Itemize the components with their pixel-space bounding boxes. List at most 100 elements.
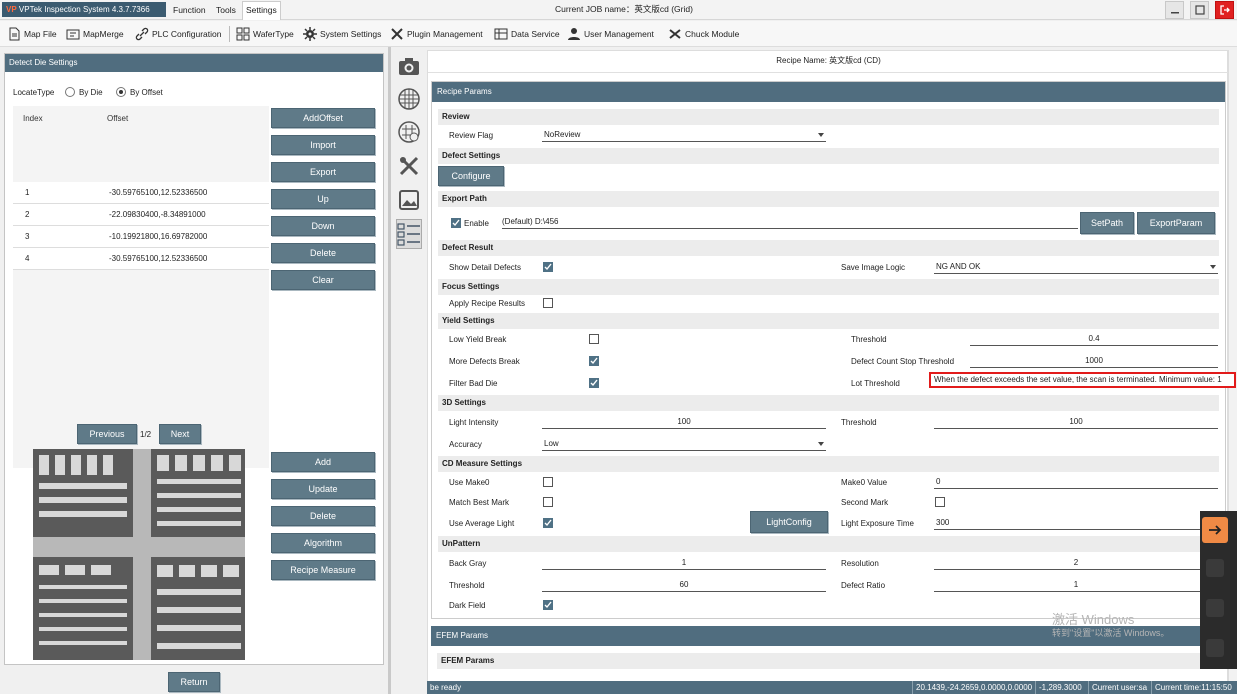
3d-threshold-input[interactable]: 100 bbox=[934, 415, 1218, 429]
cell-index: 2 bbox=[25, 210, 30, 219]
wafer-grid-icon[interactable] bbox=[396, 86, 422, 112]
section-cd-measure: CD Measure Settings bbox=[438, 456, 1219, 472]
table-row[interactable]: 2 -22.09830400,-8.34891000 bbox=[13, 204, 269, 226]
review-flag-select[interactable]: NoReview bbox=[542, 128, 826, 142]
setpath-button[interactable]: SetPath bbox=[1080, 212, 1134, 234]
maximize-button[interactable] bbox=[1190, 1, 1209, 19]
second-mark-checkbox[interactable] bbox=[935, 497, 945, 507]
menu-tools[interactable]: Tools bbox=[213, 3, 239, 17]
dark-field-checkbox[interactable] bbox=[543, 600, 553, 610]
app-name: VPTek Inspection System 4.3.7.7366 bbox=[18, 5, 150, 14]
yield-threshold-input[interactable]: 0.4 bbox=[970, 332, 1218, 346]
toolbar-plc-configuration[interactable]: PLC Configuration bbox=[135, 24, 221, 44]
add-offset-button[interactable]: AddOffset bbox=[271, 108, 375, 128]
review-flag-label: Review Flag bbox=[449, 131, 494, 140]
save-image-logic-label: Save Image Logic bbox=[841, 263, 906, 272]
low-yield-checkbox[interactable] bbox=[589, 334, 599, 344]
delete-offset-button[interactable]: Delete bbox=[271, 243, 375, 263]
wafer-grid-glyph bbox=[398, 88, 420, 110]
camera-icon[interactable] bbox=[396, 53, 422, 79]
update-button[interactable]: Update bbox=[271, 479, 375, 499]
toolbar-mapmerge[interactable]: MapMerge bbox=[66, 24, 124, 44]
accuracy-select[interactable]: Low bbox=[542, 437, 826, 451]
defect-ratio-input[interactable]: 1 bbox=[934, 578, 1218, 592]
radio-by-offset[interactable]: By Offset bbox=[116, 87, 163, 97]
die-image[interactable] bbox=[33, 449, 245, 660]
filter-bad-die-checkbox[interactable] bbox=[589, 378, 599, 388]
folder-arrow-icon[interactable] bbox=[1202, 517, 1228, 543]
exportparam-button[interactable]: ExportParam bbox=[1137, 212, 1215, 234]
save-image-logic-select[interactable]: NG AND OK bbox=[934, 260, 1218, 274]
low-yield-label: Low Yield Break bbox=[449, 335, 507, 344]
toolbar-map-file[interactable]: Map File bbox=[7, 24, 57, 44]
menu-function[interactable]: Function bbox=[170, 3, 209, 17]
use-average-light-checkbox[interactable] bbox=[543, 518, 553, 528]
app-icon[interactable] bbox=[1206, 639, 1224, 657]
use-make0-label: Use Make0 bbox=[449, 478, 490, 487]
up-button[interactable]: Up bbox=[271, 189, 375, 209]
wafer-target-icon[interactable] bbox=[396, 119, 422, 145]
import-button[interactable]: Import bbox=[271, 135, 375, 155]
tools-icon[interactable] bbox=[396, 153, 422, 179]
make0-value-input[interactable]: 0 bbox=[934, 475, 1218, 489]
clear-button[interactable]: Clear bbox=[271, 270, 375, 290]
down-button[interactable]: Down bbox=[271, 216, 375, 236]
toolbar-label: User Management bbox=[584, 29, 654, 39]
checklist-icon[interactable] bbox=[396, 219, 422, 249]
exit-icon bbox=[1219, 5, 1230, 15]
lightconfig-button[interactable]: LightConfig bbox=[750, 511, 828, 533]
unpattern-threshold-input[interactable]: 60 bbox=[542, 578, 826, 592]
back-gray-input[interactable]: 1 bbox=[542, 556, 826, 570]
return-button[interactable]: Return bbox=[168, 672, 220, 692]
cell-offset: -10.19921800,16.69782000 bbox=[109, 232, 208, 241]
app-icon[interactable] bbox=[1206, 559, 1224, 577]
show-detail-checkbox[interactable] bbox=[543, 262, 553, 272]
toolbar-user-management[interactable]: User Management bbox=[567, 24, 654, 44]
toolbar-data-service[interactable]: Data Service bbox=[494, 24, 560, 44]
resolution-input[interactable]: 2 bbox=[934, 556, 1218, 570]
icon-rail bbox=[392, 47, 424, 687]
toolbar-wafertype[interactable]: WaferType bbox=[236, 24, 294, 44]
more-defects-checkbox[interactable] bbox=[589, 356, 599, 366]
use-make0-checkbox[interactable] bbox=[543, 477, 553, 487]
table-row[interactable]: 3 -10.19921800,16.69782000 bbox=[13, 226, 269, 248]
toolbar-chuck-module[interactable]: Chuck Module bbox=[668, 24, 739, 44]
table-row[interactable]: 4 -30.59765100,12.52336500 bbox=[13, 248, 269, 270]
exit-button[interactable] bbox=[1215, 1, 1234, 19]
image-glyph bbox=[399, 190, 419, 210]
minimize-button[interactable] bbox=[1165, 1, 1184, 19]
previous-button[interactable]: Previous bbox=[77, 424, 137, 444]
enable-checkbox[interactable] bbox=[451, 218, 461, 228]
menu-settings[interactable]: Settings bbox=[242, 1, 281, 20]
tools-glyph bbox=[399, 156, 419, 176]
light-intensity-input[interactable]: 100 bbox=[542, 415, 826, 429]
recipe-measure-button[interactable]: Recipe Measure bbox=[271, 560, 375, 580]
app-icon[interactable] bbox=[1206, 599, 1224, 617]
toolbar-system-settings[interactable]: System Settings bbox=[303, 24, 381, 44]
export-path-input[interactable]: (Default) D:\456 bbox=[502, 215, 1078, 229]
radio-by-die[interactable]: By Die bbox=[65, 87, 103, 97]
radio-label: By Die bbox=[79, 87, 103, 97]
configure-button[interactable]: Configure bbox=[438, 166, 504, 186]
defect-stop-input[interactable]: 1000 bbox=[970, 354, 1218, 368]
apply-recipe-checkbox[interactable] bbox=[543, 298, 553, 308]
algorithm-button[interactable]: Algorithm bbox=[271, 533, 375, 553]
minimize-icon bbox=[1170, 12, 1179, 14]
splitter[interactable] bbox=[388, 47, 391, 694]
toolbar-label: WaferType bbox=[253, 29, 294, 39]
match-best-mark-checkbox[interactable] bbox=[543, 497, 553, 507]
resolution-label: Resolution bbox=[841, 559, 879, 568]
die-pattern-image bbox=[33, 449, 245, 660]
toolbar-plugin-management[interactable]: Plugin Management bbox=[390, 24, 483, 44]
check-icon bbox=[452, 219, 460, 227]
recipe-params-title: Recipe Params bbox=[432, 82, 1225, 102]
export-button[interactable]: Export bbox=[271, 162, 375, 182]
maximize-icon bbox=[1194, 5, 1205, 15]
table-row[interactable]: 1 -30.59765100,12.52336500 bbox=[13, 182, 269, 204]
add-button[interactable]: Add bbox=[271, 452, 375, 472]
light-exposure-input[interactable]: 300 bbox=[934, 516, 1218, 530]
delete-button[interactable]: Delete bbox=[271, 506, 375, 526]
next-button[interactable]: Next bbox=[159, 424, 201, 444]
image-icon[interactable] bbox=[396, 187, 422, 213]
toolbar-divider bbox=[229, 26, 230, 42]
